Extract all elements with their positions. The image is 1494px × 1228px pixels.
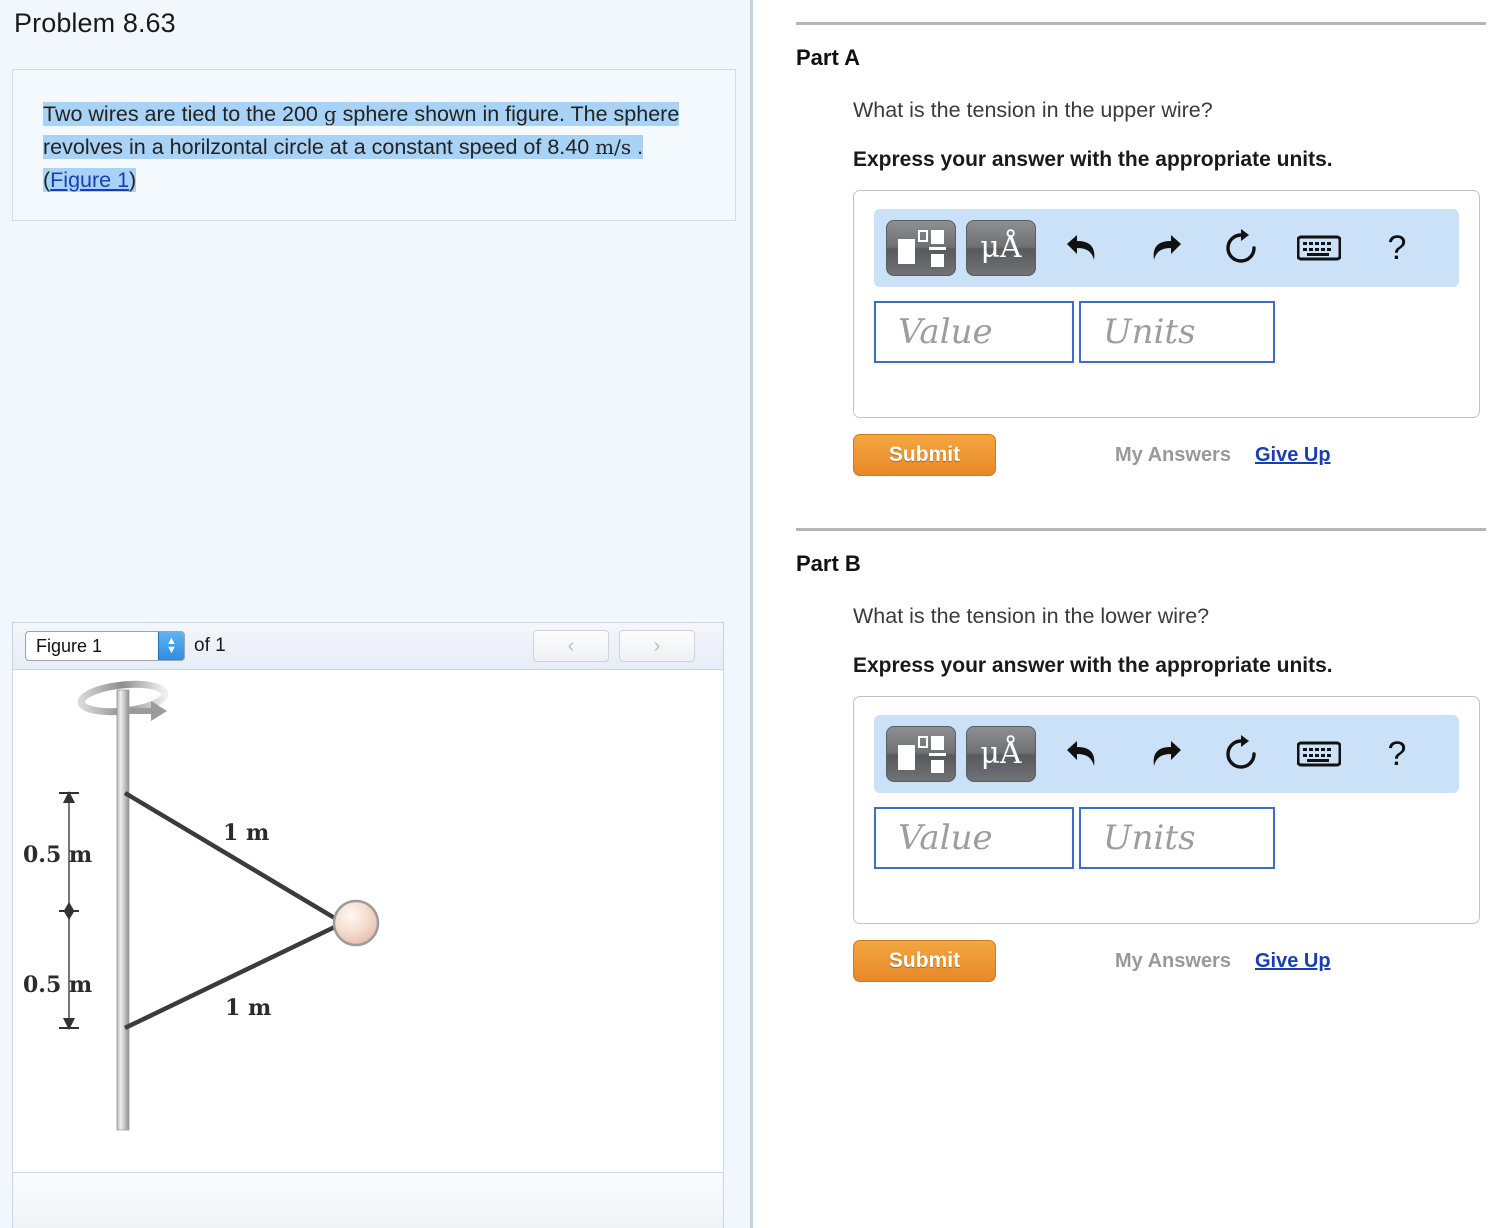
part-b-units-input[interactable]: Units xyxy=(1079,807,1275,869)
part-a-submit-button[interactable]: Submit xyxy=(853,434,996,476)
reset-icon[interactable] xyxy=(1202,726,1280,782)
problem-statement: Two wires are tied to the 200 g sphere s… xyxy=(43,98,709,197)
part-a-units-input[interactable]: Units xyxy=(1079,301,1275,363)
upper-wire xyxy=(123,791,345,925)
figure-viewer: Figure 1 ▲ ▼ of 1 ‹ › 0.5 m 0.5 m 1 m 1 … xyxy=(12,622,724,1228)
math-template-icon[interactable] xyxy=(886,726,956,782)
answers-panel: Part A What is the tension in the upper … xyxy=(753,0,1494,1228)
next-figure-button[interactable]: › xyxy=(619,630,695,662)
figure-image-area[interactable]: 0.5 m 0.5 m 1 m 1 m xyxy=(12,670,724,1173)
figure-nav: ‹ › xyxy=(533,630,695,662)
part-b-fields: Value Units xyxy=(874,807,1459,869)
rotating-pole xyxy=(116,689,130,1131)
part-b-my-answers-link[interactable]: My Answers xyxy=(1115,950,1231,973)
problem-page: Problem 8.63 Two wires are tied to the 2… xyxy=(0,0,1494,1228)
figure-footer xyxy=(12,1173,724,1228)
part-a-fields: Value Units xyxy=(874,301,1459,363)
part-a-value-input[interactable]: Value xyxy=(874,301,1074,363)
micro-angstrom-icon[interactable]: μÅ xyxy=(966,220,1036,276)
part-a-heading: Part A xyxy=(796,45,860,70)
chevron-right-icon: › xyxy=(653,634,661,657)
part-b-question: What is the tension in the lower wire? xyxy=(853,604,1210,628)
chevron-updown-icon[interactable]: ▲ ▼ xyxy=(158,632,184,660)
undo-icon[interactable] xyxy=(1046,220,1124,276)
sphere xyxy=(332,899,380,947)
figure-select-value: Figure 1 xyxy=(36,635,103,656)
physics-diagram: 0.5 m 0.5 m 1 m 1 m xyxy=(23,680,380,1131)
part-b-section: Part B What is the tension in the lower … xyxy=(753,528,1494,982)
part-b-submit-button[interactable]: Submit xyxy=(853,940,996,982)
figure-1-link[interactable]: Figure 1 xyxy=(50,168,129,192)
part-a-my-answers-link[interactable]: My Answers xyxy=(1115,444,1231,467)
statement-end: ) xyxy=(129,168,137,192)
part-b-value-input[interactable]: Value xyxy=(874,807,1074,869)
part-b-actions: Submit My Answers Give Up xyxy=(853,940,1494,982)
part-b-give-up-link[interactable]: Give Up xyxy=(1255,950,1331,973)
part-a-question: What is the tension in the upper wire? xyxy=(853,98,1213,122)
redo-icon[interactable] xyxy=(1124,726,1202,782)
keyboard-icon[interactable] xyxy=(1280,726,1358,782)
problem-statement-box: Two wires are tied to the 200 g sphere s… xyxy=(12,69,736,221)
help-icon[interactable]: ? xyxy=(1358,726,1436,782)
reset-icon[interactable] xyxy=(1202,220,1280,276)
statement-speed-unit: m/s xyxy=(595,135,632,159)
chevron-left-icon: ‹ xyxy=(567,634,575,657)
part-b-instruction: Express your answer with the appropriate… xyxy=(853,654,1333,677)
micro-angstrom-icon[interactable]: μÅ xyxy=(966,726,1036,782)
divider xyxy=(796,528,1486,531)
part-a-answer-box: μÅ ? Value Units xyxy=(853,190,1480,418)
help-icon[interactable]: ? xyxy=(1358,220,1436,276)
page-title: Problem 8.63 xyxy=(14,8,176,38)
divider xyxy=(796,22,1486,25)
part-b-math-toolbar: μÅ ? xyxy=(874,715,1459,793)
part-a-give-up-link[interactable]: Give Up xyxy=(1255,444,1331,467)
lower-dimension-label: 0.5 m xyxy=(23,972,92,998)
keyboard-icon[interactable] xyxy=(1280,220,1358,276)
figure-select[interactable]: Figure 1 ▲ ▼ xyxy=(25,631,185,661)
redo-icon[interactable] xyxy=(1124,220,1202,276)
prev-figure-button[interactable]: ‹ xyxy=(533,630,609,662)
statement-pre: Two wires are tied to the 200 xyxy=(43,102,324,126)
problem-panel: Problem 8.63 Two wires are tied to the 2… xyxy=(0,0,753,1228)
part-a-section: Part A What is the tension in the upper … xyxy=(753,22,1494,476)
part-a-math-toolbar: μÅ ? xyxy=(874,209,1459,287)
upper-dimension-label: 0.5 m xyxy=(23,842,92,868)
lower-wire-label: 1 m xyxy=(225,995,271,1021)
part-b-heading: Part B xyxy=(796,551,861,576)
upper-wire-label: 1 m xyxy=(223,820,269,846)
part-a-actions: Submit My Answers Give Up xyxy=(853,434,1494,476)
figure-toolbar: Figure 1 ▲ ▼ of 1 ‹ › xyxy=(12,622,724,670)
statement-mass-unit: g xyxy=(323,102,337,126)
figure-count-label: of 1 xyxy=(194,635,226,656)
part-b-answer-box: μÅ ? Value Units xyxy=(853,696,1480,924)
undo-icon[interactable] xyxy=(1046,726,1124,782)
part-a-instruction: Express your answer with the appropriate… xyxy=(853,148,1333,171)
math-template-icon[interactable] xyxy=(886,220,956,276)
